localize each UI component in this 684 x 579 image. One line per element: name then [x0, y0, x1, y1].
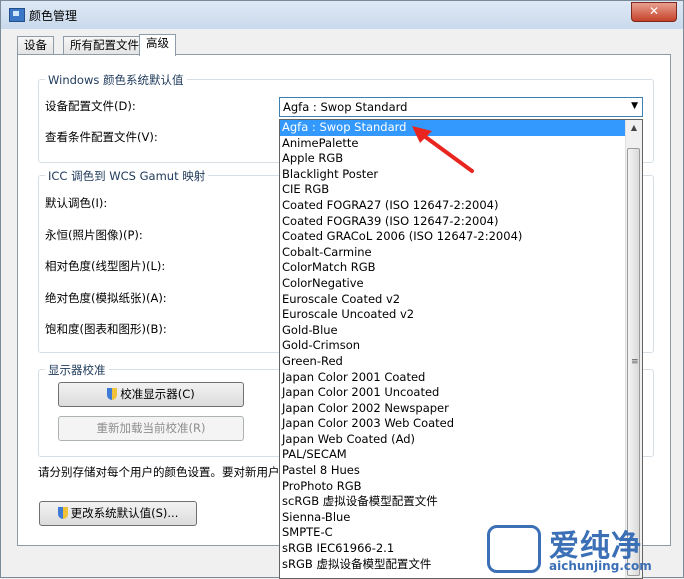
dropdown-option[interactable]: PAL/SECAM — [280, 447, 626, 463]
change-system-defaults-label: 更改系统默认值(S)... — [70, 506, 179, 520]
dropdown-option[interactable]: ProPhoto RGB — [280, 479, 626, 495]
tab-advanced[interactable]: 高级 — [139, 34, 176, 56]
saturation-label: 饱和度(图表和图形)(B): — [45, 322, 167, 336]
dropdown-option[interactable]: Pastel 8 Hues — [280, 463, 626, 479]
device-profile-label: 设备配置文件(D): — [45, 99, 136, 113]
tab-devices[interactable]: 设备 — [17, 36, 54, 55]
dropdown-option[interactable]: Japan Color 2003 Web Coated — [280, 416, 626, 432]
watermark-url: aichunjing.com — [549, 559, 652, 573]
title-bar[interactable]: 颜色管理 ✕ — [1, 1, 683, 29]
uac-shield-icon — [57, 507, 68, 519]
viewing-conditions-label: 查看条件配置文件(V): — [45, 130, 158, 144]
dropdown-option[interactable]: Coated FOGRA39 (ISO 12647-2:2004) — [280, 214, 626, 230]
dropdown-option[interactable]: Japan Web Coated (Ad) — [280, 432, 626, 448]
dropdown-option[interactable]: Japan Color 2002 Newspaper — [280, 401, 626, 417]
dropdown-option[interactable]: Euroscale Uncoated v2 — [280, 307, 626, 323]
per-user-note: 请分别存储对每个用户的颜色设置。要对新用户和 — [38, 465, 291, 479]
dropdown-option[interactable]: ColorMatch RGB — [280, 260, 626, 276]
profile-options: Agfa : Swop Standard AnimePalette Apple RG… — [280, 120, 626, 572]
windows-defaults-title: Windows 颜色系统默认值 — [45, 72, 187, 88]
device-profile-combobox[interactable]: Agfa : Swop Standard ▼ — [279, 97, 643, 117]
dropdown-option[interactable]: Euroscale Coated v2 — [280, 292, 626, 308]
change-system-defaults-button[interactable]: 更改系统默认值(S)... — [39, 501, 197, 526]
dropdown-scrollbar[interactable]: ▲ ≡ — [625, 120, 642, 578]
color-management-icon — [9, 8, 25, 22]
tab-all-profiles[interactable]: 所有配置文件 — [63, 36, 146, 55]
display-calibration-title: 显示器校准 — [45, 362, 109, 378]
profile-dropdown-list[interactable]: Agfa : Swop Standard AnimePalette Apple RG… — [279, 119, 643, 579]
dropdown-option[interactable]: CIE RGB — [280, 182, 626, 198]
calibrate-display-label: 校准显示器(C) — [120, 387, 195, 401]
dropdown-option[interactable]: Gold-Crimson — [280, 338, 626, 354]
close-button[interactable]: ✕ — [631, 2, 677, 22]
grip-icon: ≡ — [631, 357, 639, 367]
red-annotation-arrow-icon — [412, 126, 474, 173]
uac-shield-icon — [107, 388, 118, 400]
dropdown-option[interactable]: Coated GRACoL 2006 (ISO 12647-2:2004) — [280, 229, 626, 245]
icc-mapping-title: ICC 调色到 WCS Gamut 映射 — [45, 168, 209, 184]
color-management-window: 颜色管理 ✕ 设备 所有配置文件 高级 Windows 颜色系统默认值 ICC … — [0, 0, 684, 579]
dropdown-option[interactable]: scRGB 虚拟设备模型配置文件 — [280, 494, 626, 510]
dropdown-option[interactable]: Japan Color 2001 Uncoated — [280, 385, 626, 401]
absolute-colorimetric-label: 绝对色度(模拟纸张)(A): — [45, 291, 167, 305]
dropdown-option[interactable]: ColorNegative — [280, 276, 626, 292]
window-title: 颜色管理 — [29, 9, 78, 23]
watermark: 爱纯净 aichunjing.com — [487, 521, 684, 579]
scroll-thumb[interactable]: ≡ — [627, 148, 640, 576]
dropdown-option[interactable]: Coated FOGRA27 (ISO 12647-2:2004) — [280, 198, 626, 214]
dropdown-option[interactable]: Japan Color 2001 Coated — [280, 370, 626, 386]
dropdown-option[interactable]: Cobalt-Carmine — [280, 245, 626, 261]
scroll-up-arrow-icon[interactable]: ▲ — [626, 120, 642, 136]
default-rendering-label: 默认调色(I): — [45, 196, 108, 210]
calibrate-display-button[interactable]: 校准显示器(C) — [58, 382, 244, 407]
perceptual-label: 永恒(照片图像)(P): — [45, 228, 143, 242]
watermark-logo-icon — [487, 525, 541, 573]
dropdown-option[interactable]: Green-Red — [280, 354, 626, 370]
dropdown-option[interactable]: Gold-Blue — [280, 323, 626, 339]
reload-calibration-button[interactable]: 重新加载当前校准(R) — [58, 416, 244, 441]
relative-colorimetric-label: 相对色度(线型图片)(L): — [45, 259, 166, 273]
device-profile-value: Agfa : Swop Standard — [283, 100, 408, 114]
chevron-down-icon[interactable]: ▼ — [631, 101, 638, 111]
